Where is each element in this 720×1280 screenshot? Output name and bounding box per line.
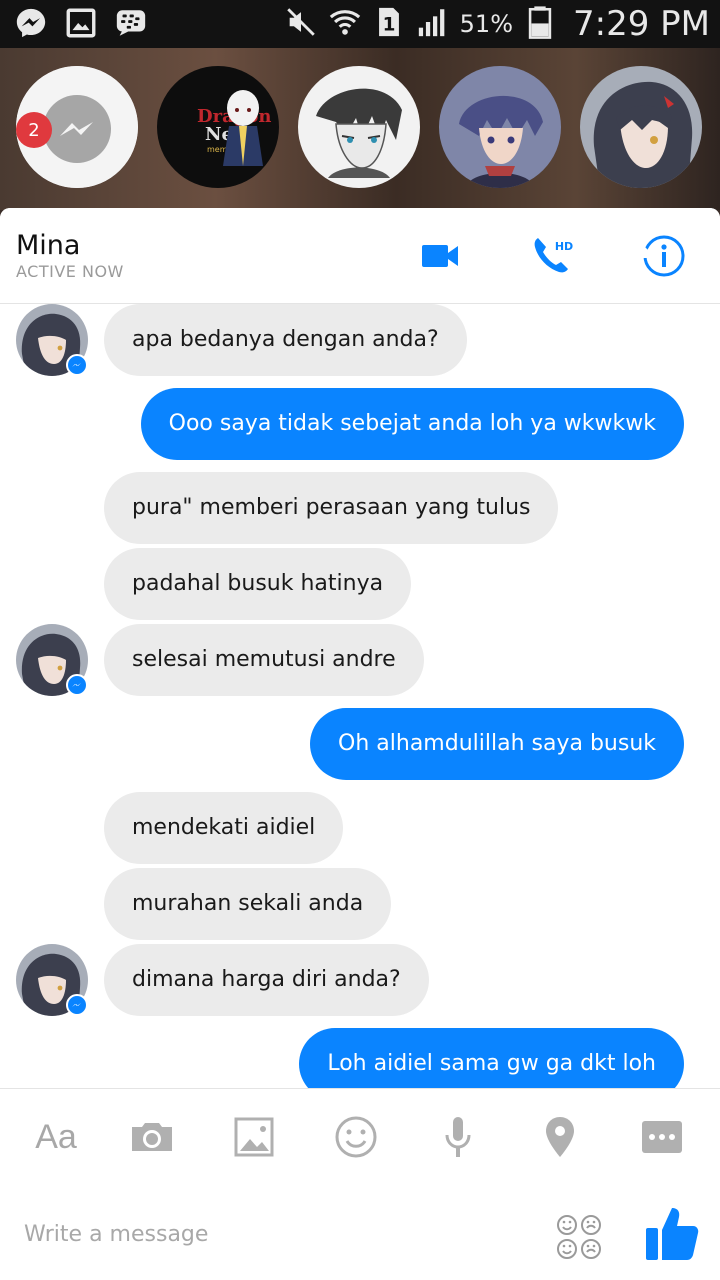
chat-head-anime-boy[interactable] <box>439 66 561 188</box>
message-incoming[interactable]: murahan sekali anda <box>104 868 392 940</box>
microphone-icon <box>445 1117 471 1157</box>
sim-label: 1 <box>382 15 395 36</box>
contact-name[interactable]: Mina <box>16 230 80 261</box>
message-outgoing[interactable]: Oh alhamdulillah saya busuk <box>310 708 684 780</box>
message-list[interactable]: apa bedanya dengan anda? Ooo saya tidak … <box>0 304 720 1088</box>
location-button[interactable] <box>536 1113 584 1161</box>
clock: 7:29 PM <box>573 4 710 44</box>
contact-status: ACTIVE NOW <box>16 262 124 281</box>
camera-icon <box>132 1123 172 1151</box>
conversation-panel: Mina ACTIVE NOW HD apa bedanya dengan an… <box>0 208 720 1280</box>
hd-label: HD <box>555 240 573 253</box>
chat-head-dragon-nest[interactable]: Dragon Nest meme <box>157 66 279 188</box>
message-incoming[interactable]: pura" memberi perasaan yang tulus <box>104 472 559 544</box>
message-incoming[interactable]: padahal busuk hatinya <box>104 548 412 620</box>
video-call-button[interactable] <box>416 232 464 280</box>
messenger-badge-icon <box>66 354 88 376</box>
like-thumbs-up-icon[interactable] <box>644 1204 700 1264</box>
message-input-row <box>0 1184 720 1280</box>
signal-icon <box>416 5 450 43</box>
message-incoming[interactable]: apa bedanya dengan anda? <box>104 304 467 376</box>
message-outgoing[interactable]: Ooo saya tidak sebejat anda loh ya wkwkw… <box>140 388 684 460</box>
messenger-notification-icon <box>14 6 48 44</box>
manga-boy-avatar <box>298 66 420 188</box>
more-icon <box>642 1121 682 1153</box>
wifi-icon <box>328 5 362 43</box>
emoji-icon <box>335 1116 377 1158</box>
emoji-button[interactable] <box>332 1113 380 1161</box>
gallery-button[interactable] <box>230 1113 278 1161</box>
chat-head-mina[interactable] <box>580 66 702 188</box>
vibrate-mute-icon <box>284 5 318 43</box>
composer-toolbar: Aa <box>0 1088 720 1184</box>
active-head-pointer <box>628 244 656 258</box>
sim-icon: 1 <box>372 5 406 43</box>
phone-hd-icon: HD <box>534 238 573 273</box>
dragon-nest-avatar: Dragon Nest meme <box>157 66 279 188</box>
battery-percent: 51% <box>459 10 513 38</box>
message-outgoing[interactable]: Loh aidiel sama gw ga dkt loh <box>299 1028 684 1088</box>
blackberry-messenger-icon <box>114 6 148 44</box>
mina-avatar-large <box>580 66 702 188</box>
messenger-badge-icon <box>66 994 88 1016</box>
chat-header: Mina ACTIVE NOW HD <box>0 208 720 304</box>
hd-voice-call-button[interactable]: HD <box>528 232 576 280</box>
voice-record-button[interactable] <box>434 1113 482 1161</box>
text-tool-button[interactable]: Aa <box>26 1113 86 1161</box>
camera-button[interactable] <box>128 1113 176 1161</box>
battery-icon <box>523 5 557 43</box>
message-incoming[interactable]: dimana harga diri anda? <box>104 944 429 1016</box>
messenger-badge-icon <box>66 674 88 696</box>
chat-head-manga-boy[interactable] <box>298 66 420 188</box>
message-input[interactable] <box>24 1214 524 1254</box>
chat-heads-strip: 2 Dragon Nest meme <box>0 48 720 258</box>
gallery-notification-icon <box>64 6 98 44</box>
video-camera-icon <box>422 245 458 267</box>
message-incoming[interactable]: selesai memutusi andre <box>104 624 424 696</box>
anime-boy-avatar <box>439 66 561 188</box>
unread-badge: 2 <box>16 112 52 148</box>
message-incoming[interactable]: mendekati aidiel <box>104 792 344 864</box>
image-icon <box>234 1117 274 1157</box>
stickers-button[interactable] <box>556 1214 602 1260</box>
more-options-button[interactable] <box>638 1113 686 1161</box>
location-icon <box>546 1117 574 1157</box>
status-bar: 1 51% 7:29 PM <box>0 0 720 48</box>
